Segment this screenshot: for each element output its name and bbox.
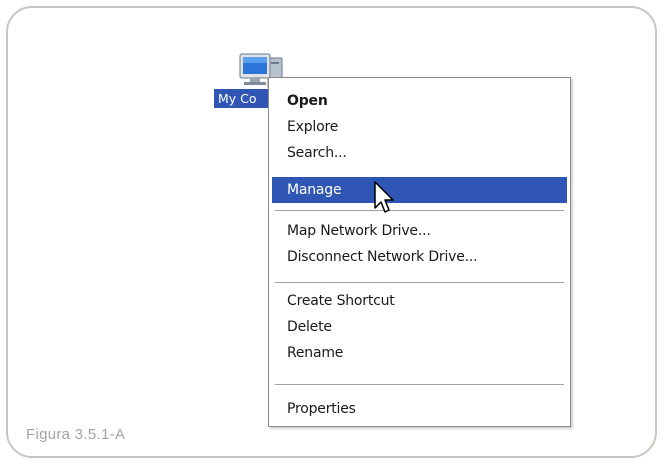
context-menu: Open Explore Search... Manage Map Networ… bbox=[268, 77, 571, 427]
menu-item-explore[interactable]: Explore bbox=[272, 114, 567, 140]
menu-separator bbox=[275, 282, 564, 283]
figure-caption: Figura 3.5.1-A bbox=[26, 426, 126, 443]
menu-separator bbox=[275, 210, 564, 211]
menu-item-rename[interactable]: Rename bbox=[272, 340, 567, 366]
menu-item-manage[interactable]: Manage bbox=[272, 177, 567, 203]
menu-item-open[interactable]: Open bbox=[272, 88, 567, 114]
menu-item-delete[interactable]: Delete bbox=[272, 314, 567, 340]
menu-item-search[interactable]: Search... bbox=[272, 140, 567, 166]
menu-item-create-shortcut[interactable]: Create Shortcut bbox=[272, 288, 567, 314]
menu-separator bbox=[275, 384, 564, 385]
menu-item-disconnect-network-drive[interactable]: Disconnect Network Drive... bbox=[272, 244, 567, 270]
menu-item-map-network-drive[interactable]: Map Network Drive... bbox=[272, 218, 567, 244]
menu-item-properties[interactable]: Properties bbox=[272, 396, 567, 422]
arrow-pointer-icon bbox=[372, 180, 400, 216]
